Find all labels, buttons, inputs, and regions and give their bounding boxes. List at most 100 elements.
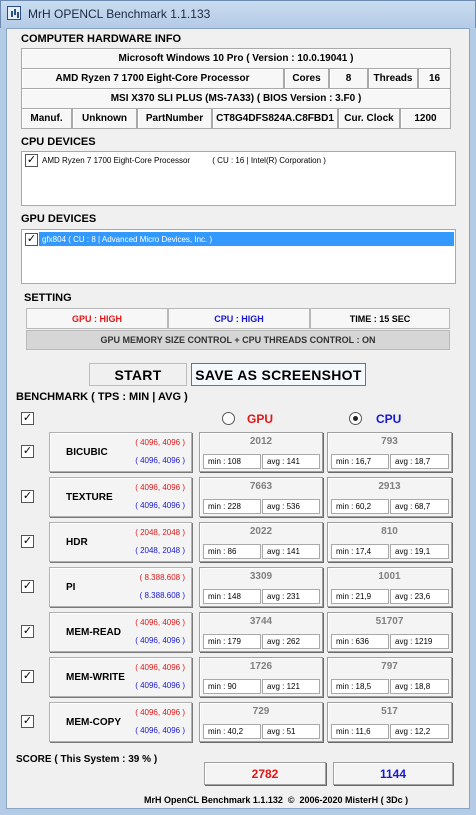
cpu-score-panel: 517 min : 11,6 avg : 12,2 [327,702,452,742]
hardware-section-title: COMPUTER HARDWARE INFO [21,33,182,45]
gpu-avg: avg : 536 [262,499,320,514]
cpu-avg: avg : 18,8 [390,679,449,694]
cpu-resolution: ( 2048, 2048 ) [135,546,185,555]
benchmark-checkbox[interactable]: ✓ [21,670,34,683]
cpu-score-panel: 810 min : 17,4 avg : 19,1 [327,522,452,562]
gpu-min: min : 40,2 [203,724,261,739]
gpu-min: min : 108 [203,454,261,469]
cpu-score: 1001 [378,571,401,582]
gpu-radio[interactable] [222,412,235,425]
benchmark-name: BICUBIC [66,447,108,458]
cpu-radio[interactable] [349,412,362,425]
gpu-score-panel: 1726 min : 90 avg : 121 [199,657,323,697]
cpu-avg-value: avg : 68,7 [395,502,431,511]
cpu-min-value: min : 17,4 [336,547,372,556]
gpu-min-value: min : 108 [208,457,241,466]
cpu-total-score: 1144 [379,766,407,781]
cpu-avg-value: avg : 19,1 [395,547,431,556]
cpu-min-value: min : 18,5 [336,682,372,691]
gpu-total-score-box: 2782 [204,762,326,785]
gpu-setting[interactable]: GPU : HIGH [26,308,168,329]
memory-control[interactable]: GPU MEMORY SIZE CONTROL + CPU THREADS CO… [26,330,450,350]
cpu-device-checkbox[interactable]: ✓ [25,154,38,167]
gpu-device-list[interactable]: ✓ gfx804 ( CU : 8 | Advanced Micro Devic… [21,229,456,284]
footer-credits: MrH OpenCL Benchmark 1.1.132 © 2006-2020… [144,795,409,805]
cpu-resolution: ( 4096, 4096 ) [135,456,185,465]
select-all-checkbox[interactable]: ✓ [21,412,34,425]
gpu-radio-label: GPU [247,412,274,426]
gpu-score-panel: 3309 min : 148 avg : 231 [199,567,323,607]
app-icon [7,6,21,20]
cpu-score: 793 [381,436,398,447]
gpu-resolution: ( 4096, 4096 ) [135,483,185,492]
gpu-devices-title: GPU DEVICES [21,213,97,225]
benchmark-checkbox[interactable]: ✓ [21,490,34,503]
cores-value: 8 [329,68,368,89]
cpu-resolution: ( 4096, 4096 ) [135,501,185,510]
gpu-min-value: min : 40,2 [208,727,244,736]
gpu-total-score: 2782 [251,766,279,781]
cpu-min: min : 636 [331,634,389,649]
cpu-avg-value: avg : 18,7 [395,457,431,466]
benchmark-checkbox[interactable]: ✓ [21,445,34,458]
gpu-min-value: min : 86 [208,547,237,556]
cpu-score: 797 [381,661,398,672]
cpu-device-label: AMD Ryzen 7 1700 Eight-Core Processor ( … [42,156,326,165]
start-button[interactable]: START [89,363,187,386]
cpu-min: min : 60,2 [331,499,389,514]
manuf-value: Unknown [72,108,137,129]
cpu-score: 517 [381,706,398,717]
window-frame-right [470,28,476,809]
save-screenshot-button[interactable]: SAVE AS SCREENSHOT [191,363,366,386]
gpu-avg-value: avg : 231 [267,592,300,601]
time-setting[interactable]: TIME : 15 SEC [310,308,450,329]
benchmark-name: MEM-READ [66,627,121,638]
score-label: SCORE ( This System : 39 % ) [16,754,158,765]
part-label: PartNumber [137,108,212,129]
benchmark-name: MEM-COPY [66,717,121,728]
cpu-avg-value: avg : 12,2 [395,727,431,736]
gpu-score: 7663 [249,481,273,492]
threads-label: Threads [368,68,418,89]
cpu-min: min : 18,5 [331,679,389,694]
benchmark-checkbox[interactable]: ✓ [21,535,34,548]
gpu-avg-value: avg : 536 [267,502,300,511]
cpu-radio-label: CPU [376,412,402,426]
gpu-resolution: ( 4096, 4096 ) [135,618,185,627]
benchmark-checkbox[interactable]: ✓ [21,580,34,593]
cpu-score-panel: 1001 min : 21,9 avg : 23,6 [327,567,452,607]
gpu-score: 1726 [249,661,273,672]
benchmark-checkbox[interactable]: ✓ [21,715,34,728]
cpu-resolution: ( 4096, 4096 ) [135,636,185,645]
gpu-score-panel: 3744 min : 179 avg : 262 [199,612,323,652]
cpu-avg-value: avg : 23,6 [395,592,431,601]
gpu-avg: avg : 231 [262,589,320,604]
benchmark-checkbox[interactable]: ✓ [21,625,34,638]
gpu-score: 2012 [249,436,273,447]
benchmark-row-label: BICUBIC ( 4096, 4096 ) ( 4096, 4096 ) [49,432,192,472]
cpu-setting[interactable]: CPU : HIGH [168,308,310,329]
setting-title: SETTING [24,292,72,304]
gpu-min-value: min : 179 [208,637,241,646]
gpu-min-value: min : 228 [208,502,241,511]
list-item[interactable]: ✓ AMD Ryzen 7 1700 Eight-Core Processor … [25,154,326,167]
cpu-name: AMD Ryzen 7 1700 Eight-Core Processor [21,68,284,89]
cpu-score: 51707 [375,616,404,627]
benchmark-name: TEXTURE [66,492,113,503]
benchmark-row-label: PI ( 8.388.608 ) ( 8.388.608 ) [49,567,192,607]
cpu-resolution: ( 4096, 4096 ) [135,681,185,690]
cpu-resolution: ( 8.388.608 ) [139,591,185,600]
gpu-device-checkbox[interactable]: ✓ [25,232,38,246]
window-title: MrH OPENCL Benchmark 1.1.133 [28,7,211,21]
list-item[interactable]: ✓ gfx804 ( CU : 8 | Advanced Micro Devic… [25,232,212,246]
cpu-device-list[interactable]: ✓ AMD Ryzen 7 1700 Eight-Core Processor … [21,151,456,206]
cpu-min: min : 16,7 [331,454,389,469]
benchmark-row-label: TEXTURE ( 4096, 4096 ) ( 4096, 4096 ) [49,477,192,517]
gpu-score-panel: 729 min : 40,2 avg : 51 [199,702,323,742]
cpu-resolution: ( 4096, 4096 ) [135,726,185,735]
gpu-resolution: ( 2048, 2048 ) [135,528,185,537]
cpu-total-score-box: 1144 [333,762,453,785]
benchmark-name: MEM-WRITE [66,672,125,683]
gpu-resolution: ( 4096, 4096 ) [135,708,185,717]
gpu-avg: avg : 121 [262,679,320,694]
